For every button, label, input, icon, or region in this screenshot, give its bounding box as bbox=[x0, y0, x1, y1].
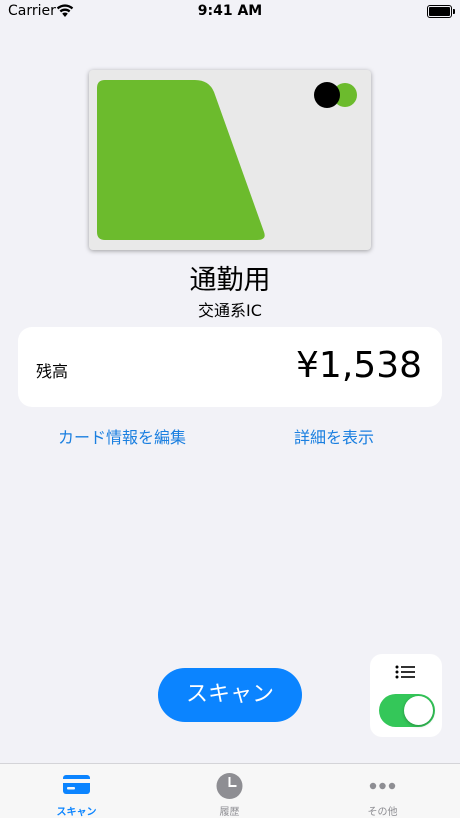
mode-toggle[interactable] bbox=[379, 694, 435, 727]
tab-bar: スキャン 履歴 その他 bbox=[0, 763, 460, 818]
balance-label: 残高 bbox=[36, 362, 69, 381]
status-bar: Carrier 9:41 AM bbox=[0, 0, 460, 26]
balance-value: ¥1,538 bbox=[296, 345, 422, 386]
toggle-knob bbox=[404, 696, 433, 725]
tab-scan-label: スキャン bbox=[56, 807, 97, 818]
ellipsis-icon bbox=[369, 782, 396, 790]
card-icon bbox=[63, 775, 90, 794]
clock-time: 9:41 AM bbox=[197, 3, 263, 19]
edit-card-link[interactable]: カード情報を編集 bbox=[58, 424, 186, 448]
tab-other-label: その他 bbox=[367, 807, 398, 818]
tab-other[interactable]: その他 bbox=[306, 764, 459, 818]
card-type: 交通系IC bbox=[198, 301, 262, 320]
card-artwork bbox=[97, 80, 357, 240]
battery-icon bbox=[427, 5, 455, 18]
card-dot-black bbox=[314, 82, 340, 108]
show-detail-link[interactable]: 詳細を表示 bbox=[294, 424, 374, 448]
mode-panel bbox=[370, 654, 442, 737]
tab-scan[interactable]: スキャン bbox=[0, 764, 153, 818]
balance-panel: 残高 ¥1,538 bbox=[18, 327, 442, 407]
scan-button[interactable]: スキャン bbox=[158, 668, 302, 722]
tab-history-label: 履歴 bbox=[219, 807, 240, 818]
list-icon bbox=[395, 665, 415, 679]
clock-icon bbox=[216, 773, 243, 799]
tab-history[interactable]: 履歴 bbox=[153, 764, 306, 818]
card-name: 通勤用 bbox=[189, 265, 271, 296]
card-image bbox=[89, 70, 371, 250]
